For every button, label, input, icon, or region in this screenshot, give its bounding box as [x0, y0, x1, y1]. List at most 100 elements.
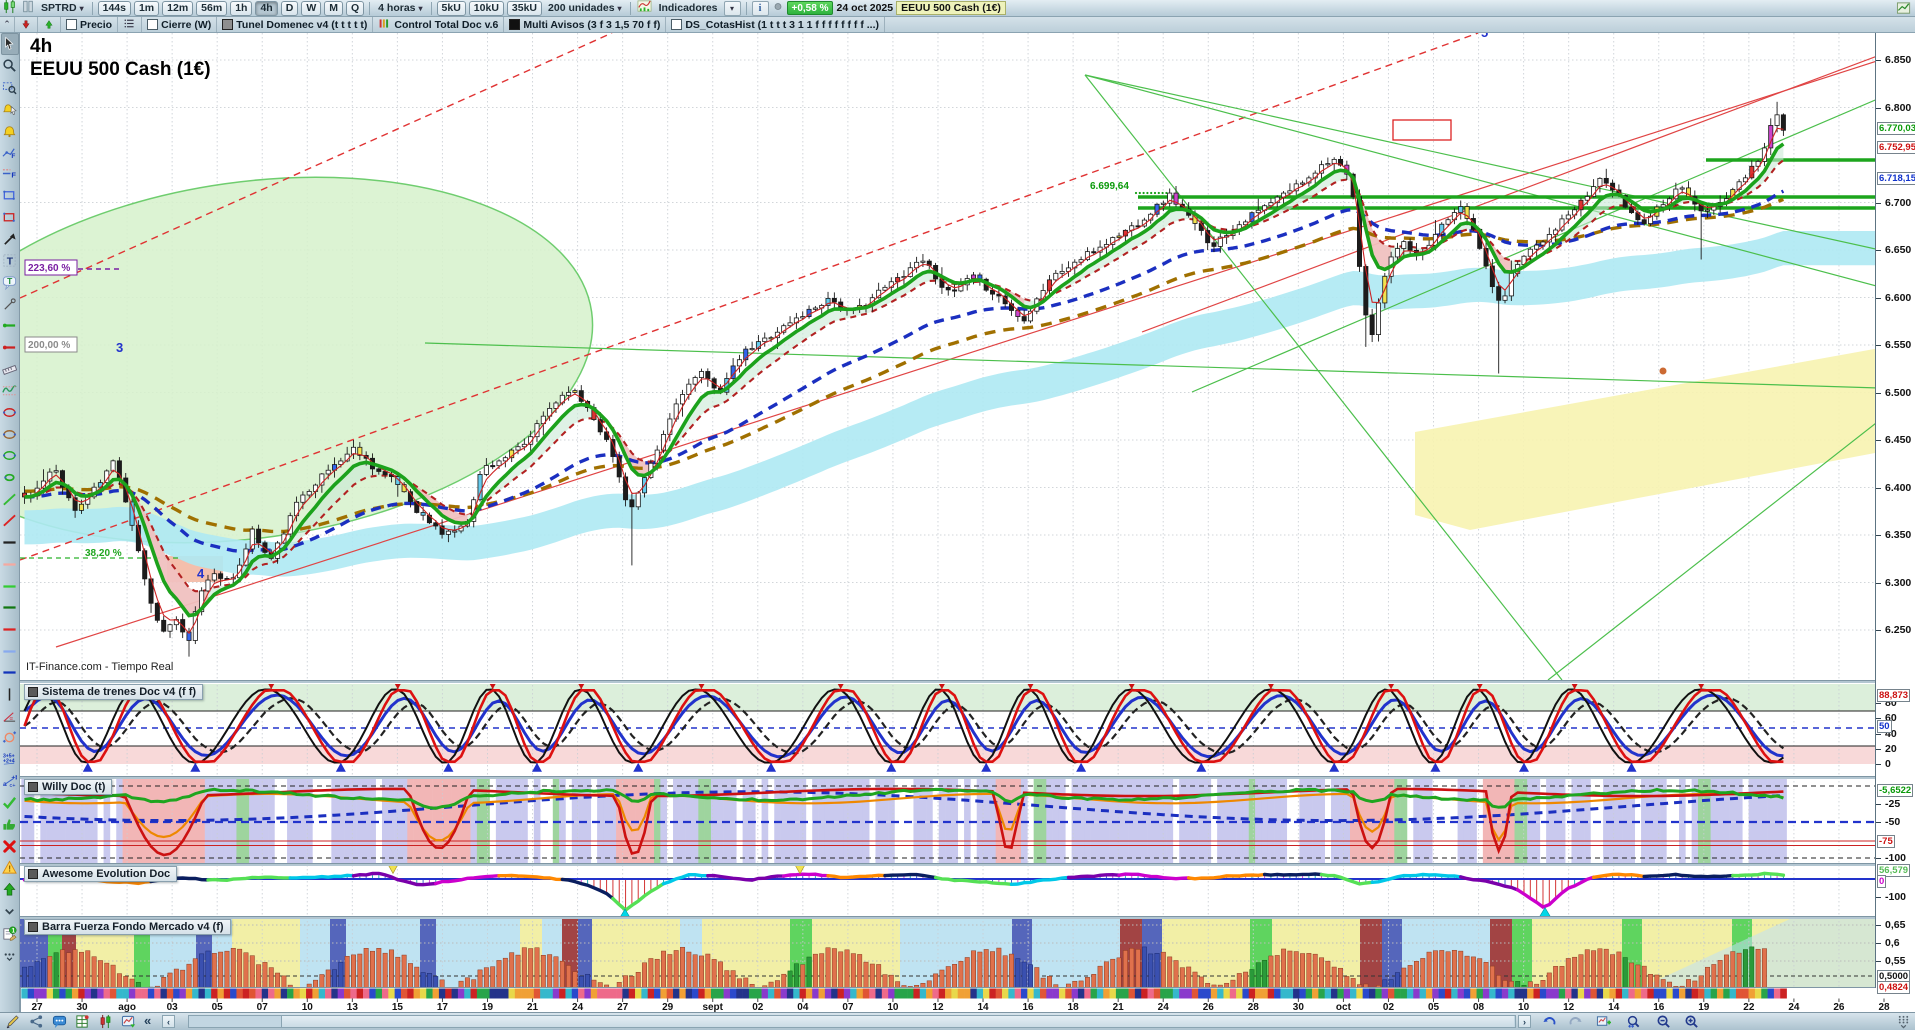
trendline-red-tool[interactable] — [1, 510, 19, 532]
angle-tool[interactable]: α — [1, 705, 19, 727]
info-button[interactable]: i — [751, 0, 769, 16]
zoom-range-button[interactable] — [1624, 1014, 1642, 1029]
panel-label-willy-doc[interactable]: Willy Doc (t) — [24, 779, 113, 795]
segment-green-tool[interactable] — [1, 315, 19, 337]
scale-down-button[interactable] — [15, 17, 38, 32]
timeframe-dropdown[interactable]: 4 horas ▾ — [375, 2, 425, 15]
callout-tool[interactable]: T — [1, 272, 19, 294]
legend-item-ds-cotashist[interactable]: DS_CotasHist (1 t t t 3 1 1 f f f f f f … — [666, 17, 885, 32]
scroll-left-button[interactable]: ‹ — [162, 1015, 175, 1028]
checkbox-icon[interactable] — [66, 19, 77, 30]
legend-item-tunel-domenec[interactable]: Tunel Domenec v4 (t t t t t) — [217, 17, 374, 32]
timeframe-button-56m[interactable]: 56m — [196, 0, 228, 16]
undo-button[interactable] — [1540, 1014, 1558, 1029]
fibo-numbers-tool[interactable]: 3+5+ +2+4 — [1, 749, 19, 771]
rectangle-blue-tool[interactable] — [1, 185, 19, 207]
timeframe-button-W[interactable]: W — [301, 0, 322, 16]
draw-tool-icon[interactable] — [4, 1014, 22, 1029]
compare-candles-icon[interactable] — [96, 1014, 114, 1029]
timeframe-button-4h[interactable]: 4h — [255, 0, 278, 16]
cross-marker-tool[interactable] — [1, 835, 19, 857]
ab-projection-tool[interactable]: a +b c+ — [1, 770, 19, 792]
ellipse-red-tool[interactable] — [1, 402, 19, 424]
redo-button[interactable] — [1566, 1014, 1584, 1029]
cursor-tool[interactable] — [0, 33, 19, 55]
alert-pointer-tool[interactable] — [1, 98, 19, 120]
horizontal-scrollbar[interactable] — [188, 1015, 1516, 1028]
hline-blue-tool[interactable] — [1, 662, 19, 684]
ellipse-brown-tool[interactable] — [1, 423, 19, 445]
timeframe-button-Q[interactable]: Q — [345, 0, 365, 16]
segment-red-tool[interactable] — [1, 337, 19, 359]
arrow-up-marker-tool[interactable] — [1, 879, 19, 901]
trendline-green-tool[interactable] — [1, 488, 19, 510]
zoom-in-button[interactable] — [1682, 1014, 1700, 1029]
hline-pink-tool[interactable] — [1, 554, 19, 576]
checkbox-icon[interactable] — [147, 19, 159, 30]
target-tool[interactable] — [1, 727, 19, 749]
legend-item-list[interactable] — [118, 17, 143, 32]
legend-collapse-button[interactable]: ⌃ — [0, 17, 15, 32]
timeframe-button-1m[interactable]: 1m — [133, 0, 160, 16]
orders-note-button[interactable]: 1 — [1, 922, 19, 944]
share-icon[interactable] — [27, 1014, 45, 1029]
hline-lightblue-tool[interactable] — [1, 640, 19, 662]
timeframe-button-M[interactable]: M — [324, 0, 343, 16]
ruler-tool[interactable] — [1, 358, 19, 380]
timeframe-button-D[interactable]: D — [280, 0, 299, 16]
indicators-dropdown[interactable]: Indicadores — [656, 2, 721, 15]
arrow-tool[interactable] — [1, 228, 19, 250]
hline-red-tool[interactable] — [1, 619, 19, 641]
instrument-selector[interactable]: SPTRD ▾ — [38, 2, 87, 15]
pattern-tool[interactable] — [1, 380, 19, 402]
date-axis[interactable]: 27 30 ago 03 05 07 10 13 15 17 19 21 24 27 29 sept 02 04 0… — [20, 988, 1915, 1012]
legend-item-precio[interactable]: Precio — [61, 17, 119, 32]
snapshot-chart-icon[interactable] — [119, 1014, 137, 1029]
ellipse-green-tool[interactable] — [1, 445, 19, 467]
hline-green-tool[interactable] — [1, 575, 19, 597]
more-tools-chevron[interactable] — [1, 901, 19, 923]
checkbox-icon[interactable] — [671, 19, 683, 30]
units-button-35kU[interactable]: 35kU — [506, 0, 543, 16]
ellipse-small-green-tool[interactable] — [1, 467, 19, 489]
collapse-panel-button[interactable]: « — [144, 1013, 151, 1028]
fib-node-tool[interactable]: F — [1, 141, 19, 163]
vline-tool[interactable] — [1, 684, 19, 706]
add-chart-button[interactable] — [1594, 1014, 1612, 1029]
units-dropdown[interactable]: 200 unidades ▾ — [545, 2, 625, 15]
price-chart-canvas[interactable]: 223,60 % 200,00 % 38,20 % 3 4 5 6.699,64 — [20, 33, 1875, 988]
timeframe-button-144s[interactable]: 144s — [97, 0, 131, 16]
timeframe-button-12m[interactable]: 12m — [162, 0, 194, 16]
zoom-out-button[interactable] — [1654, 1014, 1672, 1029]
alert-tool[interactable] — [1, 120, 19, 142]
panel-label-sistema-de-trenes[interactable]: Sistema de trenes Doc v4 (f f) — [24, 684, 204, 700]
thumb-marker-tool[interactable] — [1, 814, 19, 836]
export-table-icon[interactable] — [73, 1014, 91, 1029]
units-button-10kU[interactable]: 10kU — [468, 0, 504, 16]
column-settings-button[interactable] — [1894, 1014, 1912, 1029]
zoom-area-tool[interactable] — [1, 76, 19, 98]
timeframe-button-1h[interactable]: 1h — [230, 0, 253, 16]
zoom-tool[interactable] — [1, 55, 19, 77]
hline-black-tool[interactable] — [1, 532, 19, 554]
legend-item-multi-avisos[interactable]: Multi Avisos (3 f 3 1,5 70 f f) — [504, 17, 667, 32]
comment-icon[interactable] — [50, 1014, 68, 1029]
indicators-chevron-button[interactable]: ▾ — [723, 0, 741, 16]
check-marker-tool[interactable] — [1, 792, 19, 814]
warning-marker-tool[interactable]: ! — [1, 857, 19, 879]
units-button-5kU[interactable]: 5kU — [436, 0, 466, 16]
rectangle-red-tool[interactable] — [1, 207, 19, 229]
more-options-button[interactable] — [1, 944, 19, 966]
text-tool[interactable]: T — [1, 250, 19, 272]
legend-item-control-total[interactable]: Control Total Doc v.6 — [373, 17, 505, 32]
levels-tool[interactable]: F — [1, 163, 19, 185]
legend-item-cierre[interactable]: Cierre (W) — [142, 17, 218, 32]
measure-tool[interactable] — [1, 293, 19, 315]
hline-darkgreen-tool[interactable] — [1, 597, 19, 619]
panel-label-barra-fuerza[interactable]: Barra Fuerza Fondo Mercado v4 (f) — [24, 919, 231, 935]
scrollbar-thumb[interactable] — [281, 1016, 1514, 1027]
scale-up-button[interactable] — [38, 17, 61, 32]
panel-label-awesome-evolution[interactable]: Awesome Evolution Doc — [24, 866, 178, 882]
scroll-right-button[interactable]: › — [1518, 1015, 1531, 1028]
price-axis[interactable]: 6.850 6.800 6.700 6.650 6.600 6.550 6.500 6.450… — [1875, 33, 1915, 994]
